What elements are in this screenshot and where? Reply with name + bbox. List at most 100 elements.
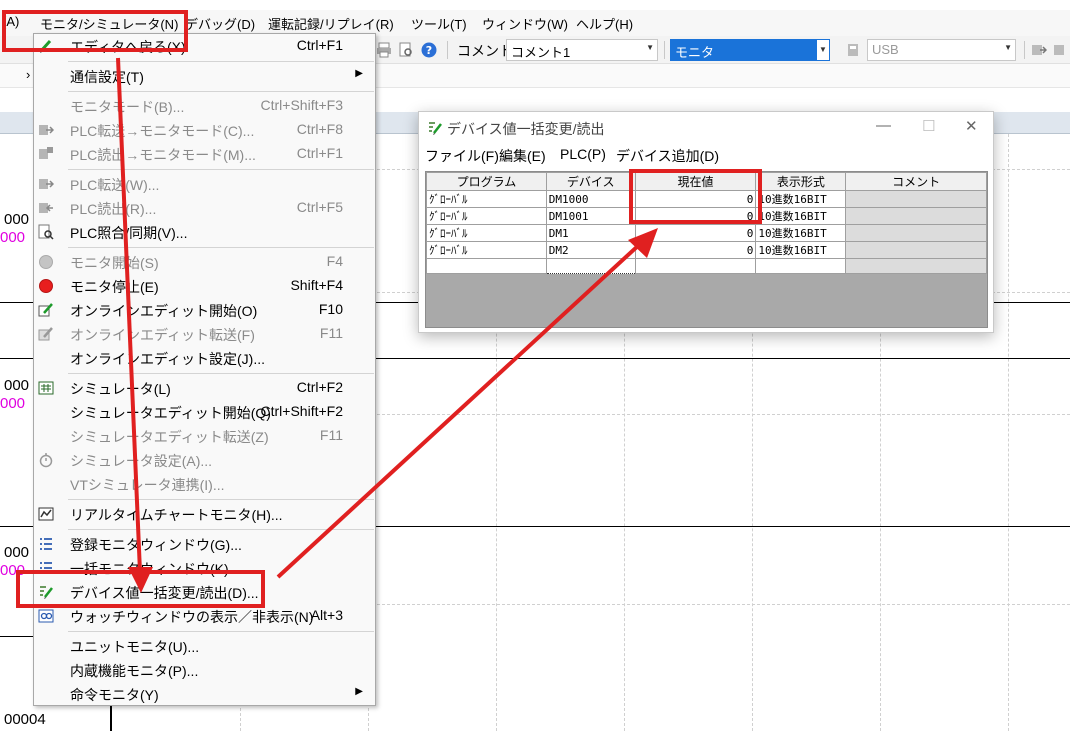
- value-cell[interactable]: 0: [634, 241, 757, 259]
- transfer-icon[interactable]: [1031, 42, 1047, 58]
- dialog-menu-add-device[interactable]: デバイス追加(D): [616, 146, 719, 166]
- menu-item-label: モニタモード(B)...: [70, 99, 185, 115]
- menu-separator: [68, 247, 374, 248]
- program-cell[interactable]: ｸﾞﾛｰﾊﾞﾙ: [426, 241, 547, 259]
- menu-item-unit-monitor[interactable]: ユニットモニタ(U)...: [34, 634, 375, 658]
- device-cell[interactable]: DM2: [545, 241, 636, 259]
- table-row[interactable]: ｸﾞﾛｰﾊﾞﾙ DM1 0 10進数16BIT: [426, 224, 987, 242]
- menu-item-label: PLC読出→モニタモード(M)...: [70, 147, 256, 163]
- dialog-menu-file[interactable]: ファイル(F): [425, 146, 499, 166]
- comment-cell[interactable]: [845, 224, 987, 242]
- program-cell[interactable]: ｸﾞﾛｰﾊﾞﾙ: [426, 190, 547, 208]
- menu-item-vt-simulator[interactable]: VTシミュレータ連携(I)...: [34, 472, 375, 496]
- menu-item-tool[interactable]: ツール(T): [411, 14, 467, 33]
- menu-item-label: VTシミュレータ連携(I)...: [70, 477, 225, 493]
- format-cell[interactable]: [755, 258, 847, 274]
- menu-item-window[interactable]: ウィンドウ(W): [482, 14, 568, 33]
- close-icon[interactable]: ✕: [965, 117, 978, 135]
- mode-select-value: モニタ: [675, 45, 715, 60]
- toolbar-separator: [664, 41, 665, 59]
- annotation-box-menu-item: [16, 570, 265, 608]
- online-transfer-icon: [38, 327, 53, 341]
- menu-item-label: 内蔵機能モニタ(P)...: [70, 663, 199, 679]
- value-cell[interactable]: [634, 258, 757, 274]
- print-preview-icon[interactable]: [398, 42, 414, 58]
- online-edit-icon: [38, 303, 53, 317]
- table-row-empty[interactable]: [426, 258, 987, 274]
- comment-cell[interactable]: [845, 190, 987, 208]
- simulator-icon: [38, 381, 54, 395]
- menu-item-plc-transfer-monitor[interactable]: PLC転送→モニタモード(C)... Ctrl+F8: [34, 118, 375, 142]
- menu-item-shortcut: F10: [318, 301, 343, 317]
- menu-item-shortcut: Ctrl+Shift+F2: [260, 403, 343, 419]
- device-cell[interactable]: DM1: [545, 224, 636, 242]
- menu-item-plc-verify[interactable]: PLC照合/同期(V)...: [34, 220, 375, 244]
- menu-item-realtime-chart[interactable]: リアルタイムチャートモニタ(H)...: [34, 502, 375, 526]
- menu-item-label: リアルタイムチャートモニタ(H)...: [70, 507, 283, 523]
- menu-item-shortcut: Ctrl+F2: [296, 379, 343, 395]
- program-cell[interactable]: ｸﾞﾛｰﾊﾞﾙ: [426, 207, 547, 225]
- maximize-icon[interactable]: ☐: [922, 117, 935, 135]
- chevron-right-icon[interactable]: ›: [26, 67, 30, 82]
- read-icon[interactable]: [1053, 42, 1069, 58]
- menu-item-label: シミュレータ設定(A)...: [70, 453, 213, 469]
- table-row[interactable]: ｸﾞﾛｰﾊﾞﾙ DM2 0 10進数16BIT: [426, 241, 987, 259]
- menu-item-builtin-monitor[interactable]: 内蔵機能モニタ(P)...: [34, 658, 375, 682]
- menu-item-label: 登録モニタウィンドウ(G)...: [70, 537, 242, 553]
- menu-item-plc-read[interactable]: PLC読出(R)... Ctrl+F5: [34, 196, 375, 220]
- comment-cell[interactable]: [845, 241, 987, 259]
- chevron-down-icon: ▼: [1004, 43, 1012, 52]
- help-icon[interactable]: ?: [421, 42, 437, 58]
- menu-item-label: オンラインエディット転送(F): [70, 327, 255, 343]
- format-cell[interactable]: 10進数16BIT: [755, 241, 847, 259]
- connection-select[interactable]: USB ▼: [867, 39, 1016, 61]
- value-cell[interactable]: 0: [634, 224, 757, 242]
- menu-item-monitor-start[interactable]: モニタ開始(S) F4: [34, 250, 375, 274]
- menu-item-simulator[interactable]: シミュレータ(L) Ctrl+F2: [34, 376, 375, 400]
- connection-select-value: USB: [872, 42, 899, 57]
- menu-item-debug[interactable]: デバッグ(D): [185, 14, 255, 33]
- device-cell[interactable]: [545, 258, 636, 274]
- stopwatch-icon: [39, 453, 53, 468]
- menu-item-plc-transfer[interactable]: PLC転送(W)...: [34, 172, 375, 196]
- menu-item-instruction-monitor[interactable]: 命令モニタ(Y) ▶: [34, 682, 375, 706]
- menu-item-simulator-edit-transfer[interactable]: シミュレータエディット転送(Z) F11: [34, 424, 375, 448]
- menu-item-register-monitor[interactable]: 登録モニタウィンドウ(G)...: [34, 532, 375, 556]
- comment-cell[interactable]: [845, 258, 987, 274]
- menu-item-help[interactable]: ヘルプ(H): [576, 14, 633, 33]
- menu-item-online-edit-start[interactable]: オンラインエディット開始(O) F10: [34, 298, 375, 322]
- menu-separator: [68, 373, 374, 374]
- device-cell[interactable]: DM1001: [545, 207, 636, 225]
- column-header-device[interactable]: デバイス: [545, 172, 636, 191]
- print-icon[interactable]: [376, 42, 392, 58]
- menu-item-online-edit-transfer[interactable]: オンラインエディット転送(F) F11: [34, 322, 375, 346]
- menu-item-comm-settings[interactable]: 通信設定(T) ▶: [34, 64, 375, 88]
- annotation-box-menu: [2, 10, 188, 52]
- rung-number: 00004: [4, 711, 46, 728]
- menu-item-monitor-mode[interactable]: モニタモード(B)... Ctrl+Shift+F3: [34, 94, 375, 118]
- annotation-box-current-value: [629, 169, 762, 224]
- column-header-format[interactable]: 表示形式: [755, 172, 847, 191]
- program-cell[interactable]: [426, 258, 547, 274]
- column-header-comment[interactable]: コメント: [845, 172, 987, 191]
- menu-item-online-edit-settings[interactable]: オンラインエディット設定(J)...: [34, 346, 375, 370]
- menu-item-plc-read-monitor[interactable]: PLC読出→モニタモード(M)... Ctrl+F1: [34, 142, 375, 166]
- column-header-program[interactable]: プログラム: [426, 172, 547, 191]
- menu-item-simulator-settings[interactable]: シミュレータ設定(A)...: [34, 448, 375, 472]
- dialog-menu-edit[interactable]: 編集(E): [499, 146, 546, 166]
- format-cell[interactable]: 10進数16BIT: [755, 207, 847, 225]
- device-cell[interactable]: DM1000: [545, 190, 636, 208]
- comment-select[interactable]: コメント1 ▼: [506, 39, 658, 61]
- format-cell[interactable]: 10進数16BIT: [755, 190, 847, 208]
- menu-item-simulator-edit-start[interactable]: シミュレータエディット開始(Q) Ctrl+Shift+F2: [34, 400, 375, 424]
- menu-item-shortcut: F4: [326, 253, 343, 269]
- minimize-icon[interactable]: —: [876, 117, 891, 134]
- dialog-title: デバイス値一括変更/読出: [447, 121, 605, 137]
- program-cell[interactable]: ｸﾞﾛｰﾊﾞﾙ: [426, 224, 547, 242]
- mode-select[interactable]: モニタ ▼: [670, 39, 830, 61]
- menu-item-record-replay[interactable]: 運転記録/リプレイ(R): [268, 14, 394, 33]
- comment-cell[interactable]: [845, 207, 987, 225]
- format-cell[interactable]: 10進数16BIT: [755, 224, 847, 242]
- menu-item-monitor-stop[interactable]: モニタ停止(E) Shift+F4: [34, 274, 375, 298]
- dialog-menu-plc[interactable]: PLC(P): [560, 146, 606, 162]
